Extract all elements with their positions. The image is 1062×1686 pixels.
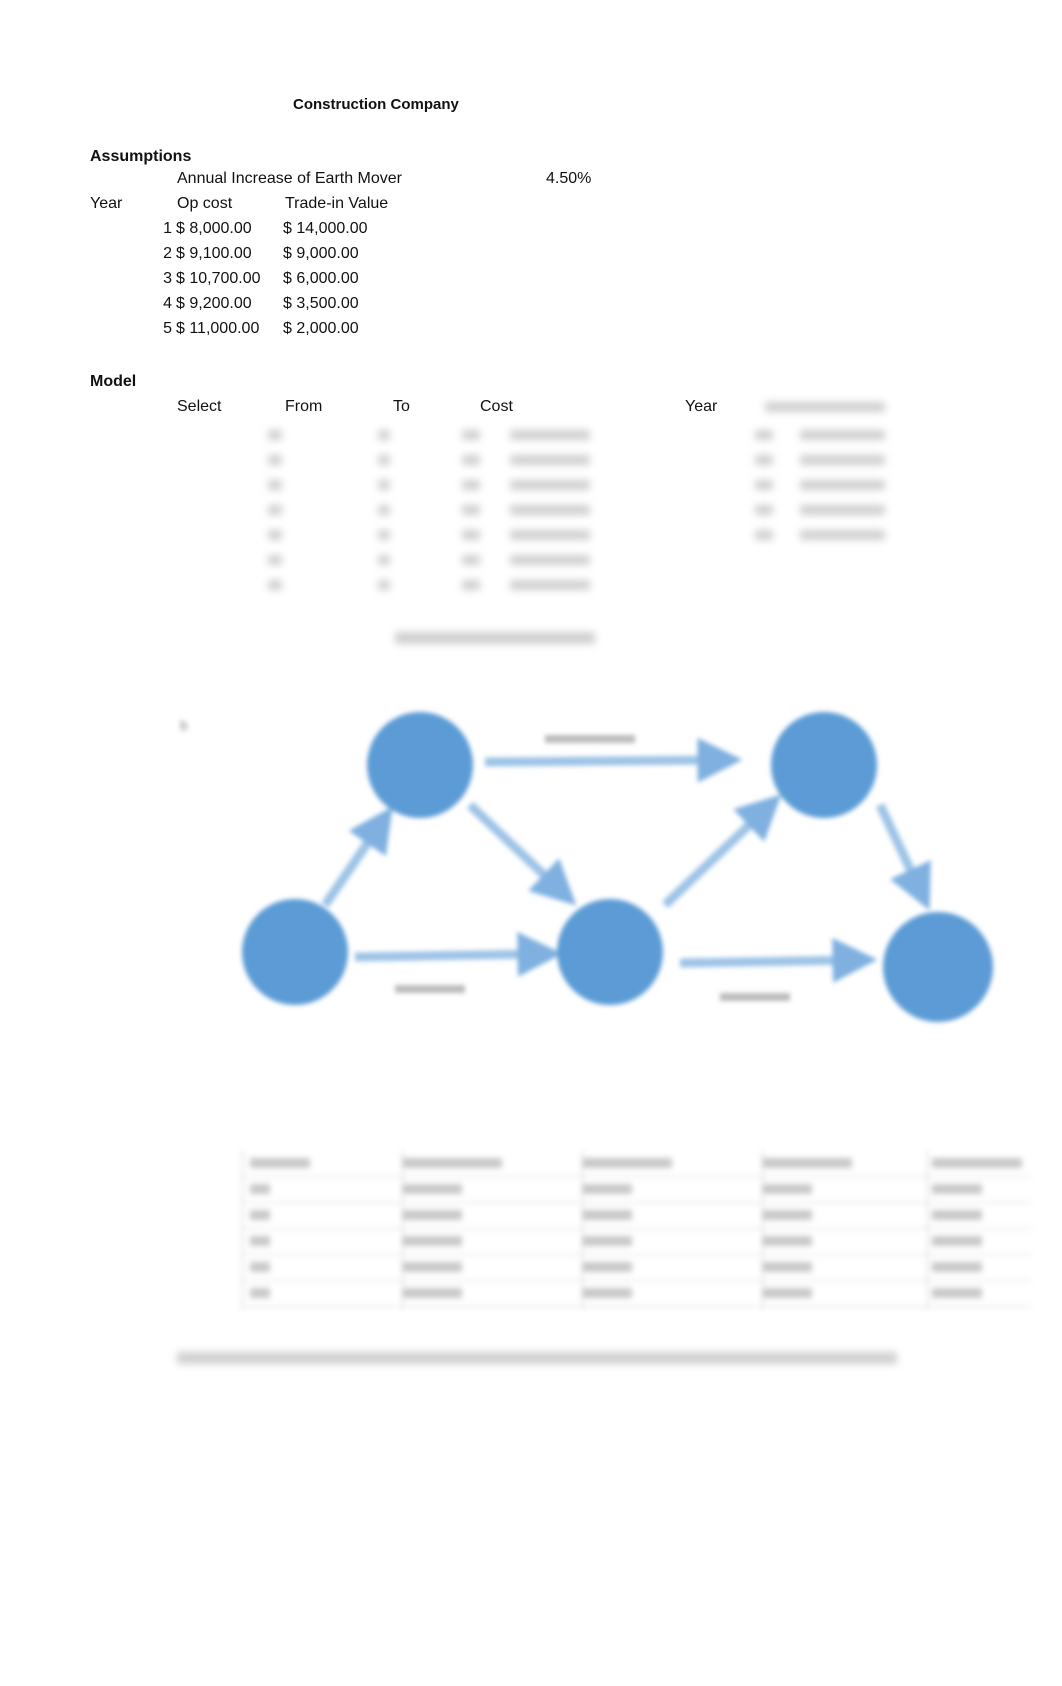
node-3 <box>771 712 877 818</box>
node-5 <box>883 912 993 1022</box>
node-2 <box>367 712 473 818</box>
arrow-2-3 <box>484 737 743 783</box>
results-table-blurred <box>242 1150 1032 1310</box>
arrow-1-2 <box>321 806 393 908</box>
node-1 <box>242 899 348 1005</box>
table-row <box>242 1228 1032 1255</box>
table-row <box>242 1150 1032 1177</box>
arrow-3-5 <box>875 803 931 911</box>
table-row <box>242 1254 1032 1281</box>
diagram-label: b <box>180 717 188 733</box>
node-4 <box>557 899 663 1005</box>
table-row <box>242 1202 1032 1229</box>
arrow-2-4 <box>466 801 577 906</box>
table-row <box>242 1176 1032 1203</box>
table-row <box>242 1280 1032 1307</box>
arrow-4-3 <box>661 794 782 909</box>
arrow-1-4 <box>354 931 563 977</box>
arrow-4-5 <box>679 937 878 983</box>
conclusion-text-blurred <box>177 1352 897 1364</box>
network-diagram: b <box>180 712 993 1022</box>
